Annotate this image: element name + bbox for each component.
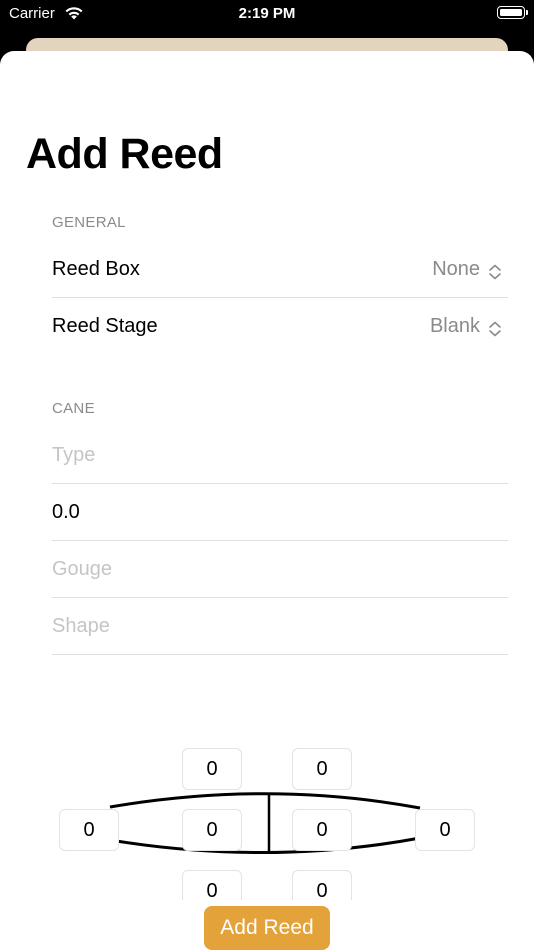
measurement-top-right-input[interactable]: 0 xyxy=(292,748,352,790)
measurement-bottom-left-input[interactable]: 0 xyxy=(182,870,242,900)
reed-stage-label: Reed Stage xyxy=(52,315,158,337)
measurement-middle-left-input[interactable]: 0 xyxy=(182,809,242,851)
chevron-up-down-icon xyxy=(489,264,501,280)
reed-diagram: 0 0 0 0 0 0 0 0 xyxy=(0,740,534,900)
add-reed-button[interactable]: Add Reed xyxy=(204,906,330,950)
gouge-field[interactable]: Gouge xyxy=(52,542,508,598)
reed-box-value: None xyxy=(432,258,480,280)
battery-icon xyxy=(497,6,528,19)
reed-stage-picker[interactable]: Reed Stage Blank xyxy=(52,299,508,355)
shape-field[interactable]: Shape xyxy=(52,599,508,655)
type-field[interactable]: Type xyxy=(52,428,508,484)
diameter-field[interactable]: 0.0 xyxy=(52,485,508,541)
chevron-up-down-icon xyxy=(489,321,501,337)
reed-box-label: Reed Box xyxy=(52,258,140,280)
general-section-header: GENERAL xyxy=(52,214,126,231)
measurement-tip-left-input[interactable]: 0 xyxy=(59,809,119,851)
status-bar: Carrier 2:19 PM xyxy=(0,0,534,30)
measurement-tip-right-input[interactable]: 0 xyxy=(415,809,475,851)
type-placeholder: Type xyxy=(52,444,96,466)
measurement-bottom-right-input[interactable]: 0 xyxy=(292,870,352,900)
reed-stage-value: Blank xyxy=(429,315,480,337)
cane-section-header: CANE xyxy=(52,400,95,417)
shape-placeholder: Shape xyxy=(52,615,110,637)
reed-box-picker[interactable]: Reed Box None xyxy=(52,242,508,298)
status-time: 2:19 PM xyxy=(238,5,296,22)
page-title: Add Reed xyxy=(26,130,223,178)
measurement-middle-right-input[interactable]: 0 xyxy=(292,809,352,851)
measurement-top-left-input[interactable]: 0 xyxy=(182,748,242,790)
gouge-placeholder: Gouge xyxy=(52,558,113,580)
diameter-value: 0.0 xyxy=(52,501,80,523)
